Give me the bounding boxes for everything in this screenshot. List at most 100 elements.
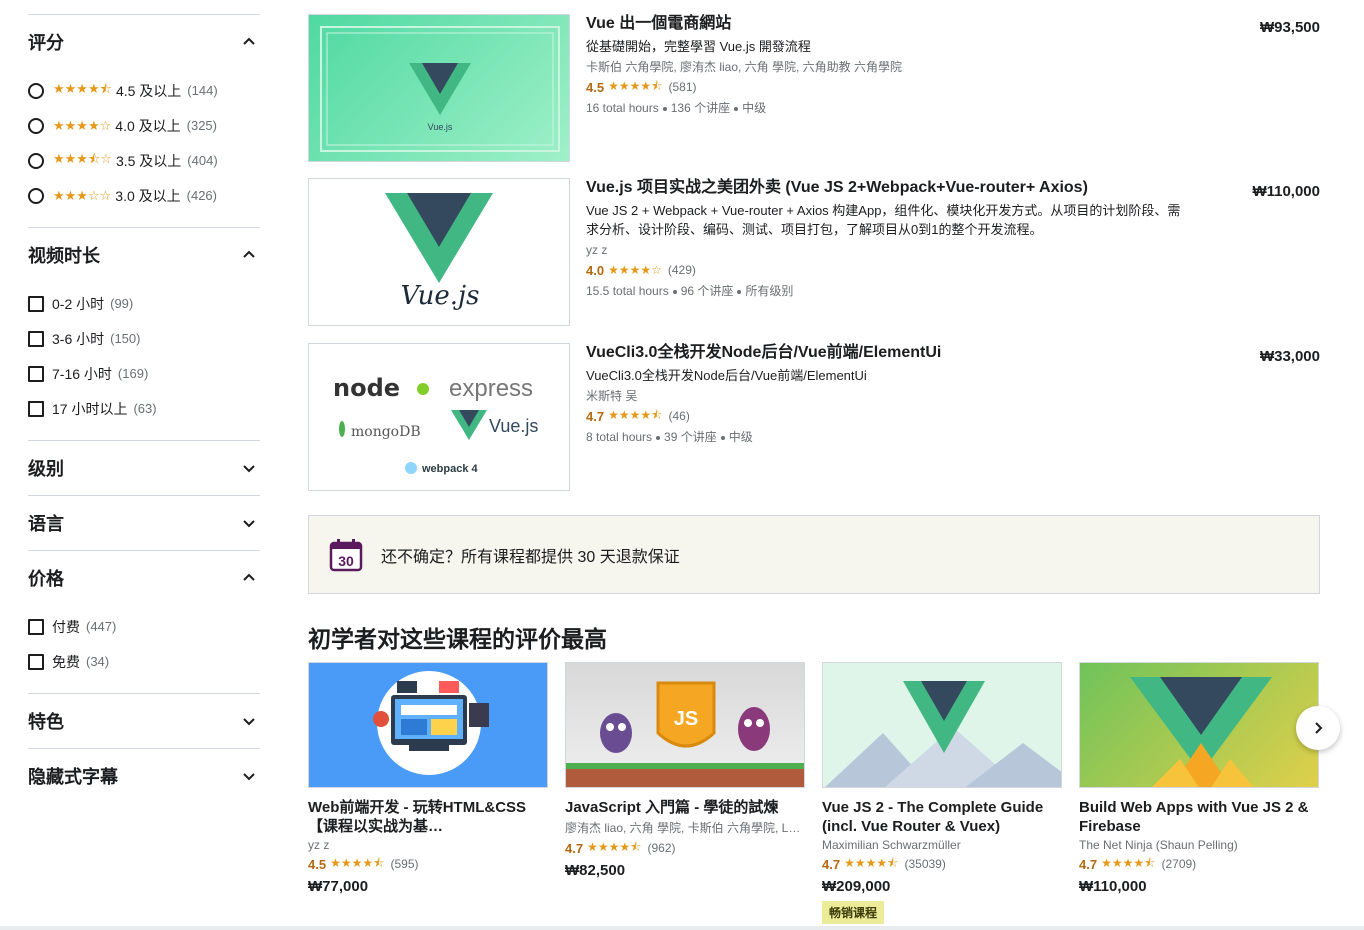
course-title[interactable]: VueCli3.0全栈开发Node后台/Vue前端/ElementUi (586, 343, 1186, 363)
course-row[interactable]: Vue.js Vue.js 项目实战之美团外卖 (Vue JS 2+Webpac… (308, 178, 1320, 326)
card-rating: 4.7 ★★★★⯪ (2709) (1079, 856, 1319, 872)
card-rating: 4.7 ★★★★⯪ (962) (565, 840, 805, 856)
course-title[interactable]: Vue 出一個電商網站 (586, 14, 1186, 34)
radio-button[interactable] (28, 152, 44, 169)
checkbox[interactable] (28, 618, 44, 635)
facet-subtitles-header[interactable]: 隐藏式字幕 (28, 749, 260, 803)
course-row[interactable]: Vue.js Vue 出一個電商網站 從基礎開始，完整學習 Vue.js 開發流… (308, 14, 1320, 162)
course-thumbnail[interactable]: node express mongoDB Vue.js webpack 4 (308, 343, 570, 491)
facet-duration-header[interactable]: 视频时长 (28, 228, 260, 282)
star-rating-icon: ★★★★⯪ (608, 407, 663, 422)
course-card[interactable]: Vue JS 2 - The Complete Guide (incl. Vue… (822, 662, 1062, 924)
course-info: Vue.js 项目实战之美团外卖 (Vue JS 2+Webpack+Vue-r… (586, 178, 1186, 299)
chevron-up-icon (242, 571, 256, 585)
calendar-icon: 30 (329, 538, 363, 571)
course-instructor: 米斯特 吴 (586, 389, 638, 403)
card-instructor: The Net Ninja (Shaun Pelling) (1079, 838, 1238, 852)
option-label: 3.5 及以上 (115, 152, 182, 169)
checkbox[interactable] (28, 330, 44, 347)
rating-count: (35039) (904, 857, 946, 871)
facet-title: 价格 (28, 569, 64, 589)
facet-price-header[interactable]: 价格 (28, 551, 260, 605)
card-thumbnail[interactable]: JS (565, 662, 805, 788)
course-lectures: 39 个讲座 (664, 430, 717, 444)
course-rating: 4.5 ★★★★⯪ (581) (586, 79, 1186, 95)
chevron-down-icon (242, 516, 256, 530)
course-card[interactable]: JS JavaScript 入門篇 - 學徒的試煉 廖洧杰 liao, 六角 學… (565, 662, 805, 879)
option-count: (169) (117, 366, 149, 381)
rating-option[interactable]: ★★★★⯪ 4.5 及以上 (144) (28, 73, 260, 108)
facet-price: 价格 付费 (447) 免费 (34) (28, 550, 260, 693)
course-hours: 8 total hours (586, 430, 653, 444)
card-thumbnail[interactable] (1079, 662, 1319, 788)
rating-value: 4.5 (308, 856, 327, 872)
card-title[interactable]: Vue JS 2 - The Complete Guide (incl. Vue… (822, 798, 1062, 836)
price-option[interactable]: 付费 (447) (28, 609, 260, 644)
facet-language-header[interactable]: 语言 (28, 496, 260, 550)
course-card[interactable]: Web前端开发 - 玩转HTML&CSS【课程以实战为基… yz z 4.5 ★… (308, 662, 548, 895)
node-logo: node (333, 374, 400, 402)
course-thumbnail[interactable]: Vue.js (308, 178, 570, 326)
star-rating-icon: ★★★☆☆ (53, 187, 112, 203)
course-lectures: 96 个讲座 (680, 284, 734, 298)
facet-language: 语言 (28, 495, 260, 550)
option-label: 4.5 及以上 (115, 82, 182, 99)
card-thumbnail[interactable] (308, 662, 548, 788)
radio-button[interactable] (28, 82, 44, 99)
card-title[interactable]: JavaScript 入門篇 - 學徒的試煉 (565, 798, 805, 817)
radio-button[interactable] (28, 187, 44, 204)
carousel-next-button[interactable] (1296, 706, 1340, 750)
checkbox[interactable] (28, 400, 44, 417)
course-thumbnail[interactable]: Vue.js (308, 14, 570, 162)
facet-title: 特色 (28, 712, 64, 732)
rating-value: 4.7 (1079, 856, 1098, 872)
course-price: ₩33,000 (1259, 348, 1320, 365)
duration-option[interactable]: 7-16 小时 (169) (28, 356, 260, 391)
checkbox[interactable] (28, 365, 44, 382)
course-description: VueCli3.0全栈开发Node后台/Vue前端/ElementUi (586, 368, 867, 383)
rating-count: (581) (668, 80, 697, 94)
svg-text:JS: JS (674, 708, 698, 730)
chevron-up-icon (242, 248, 256, 262)
course-instructor: yz z (586, 243, 608, 257)
course-info: VueCli3.0全栈开发Node后台/Vue前端/ElementUi VueC… (586, 343, 1186, 445)
card-title[interactable]: Web前端开发 - 玩转HTML&CSS【课程以实战为基… (308, 798, 548, 836)
star-rating-icon: ★★★★⯪ (330, 855, 385, 870)
star-rating-icon: ★★★⯪☆ (53, 150, 112, 166)
facet-level-header[interactable]: 级别 (28, 441, 260, 495)
course-row[interactable]: node express mongoDB Vue.js webpack 4 Vu… (308, 343, 1320, 491)
chevron-up-icon (242, 35, 256, 49)
radio-button[interactable] (28, 117, 44, 134)
duration-option[interactable]: 17 小时以上 (63) (28, 391, 260, 426)
star-rating-icon: ★★★★⯪ (53, 80, 112, 96)
course-price: ₩93,500 (1259, 19, 1320, 36)
course-title[interactable]: Vue.js 项目实战之美团外卖 (Vue JS 2+Webpack+Vue-r… (586, 178, 1186, 198)
rating-option[interactable]: ★★★☆☆ 3.0 及以上 (426) (28, 178, 260, 213)
card-price: ₩82,500 (565, 862, 626, 879)
option-count: (150) (110, 331, 141, 346)
chevron-down-icon (242, 461, 256, 475)
option-label: 3.0 及以上 (115, 187, 181, 204)
card-thumbnail[interactable] (822, 662, 1062, 788)
duration-option[interactable]: 0-2 小时 (99) (28, 286, 260, 321)
course-card[interactable]: Build Web Apps with Vue JS 2 & Firebase … (1079, 662, 1319, 895)
checkbox[interactable] (28, 653, 44, 670)
facet-title: 语言 (28, 514, 64, 534)
option-label: 7-16 小时 (52, 365, 112, 382)
card-title[interactable]: Build Web Apps with Vue JS 2 & Firebase (1079, 798, 1319, 836)
course-level: 所有级别 (745, 284, 794, 298)
facet-rating-header[interactable]: 评分 (28, 15, 260, 69)
price-option[interactable]: 免费 (34) (28, 644, 260, 679)
checkbox[interactable] (28, 295, 44, 312)
option-count: (99) (110, 296, 134, 311)
rating-option[interactable]: ★★★⯪☆ 3.5 及以上 (404) (28, 143, 260, 178)
bestseller-badge: 畅销课程 (822, 901, 885, 924)
course-info: Vue 出一個電商網站 從基礎開始，完整學習 Vue.js 開發流程 卡斯伯 六… (586, 14, 1186, 116)
facet-features-header[interactable]: 特色 (28, 694, 260, 748)
star-rating-icon: ★★★★⯪ (1101, 855, 1156, 870)
rating-count: (2709) (1161, 857, 1197, 871)
rating-count: (595) (390, 857, 419, 871)
duration-option[interactable]: 3-6 小时 (150) (28, 321, 260, 356)
star-rating-icon: ★★★★☆ (53, 117, 112, 133)
rating-option[interactable]: ★★★★☆ 4.0 及以上 (325) (28, 108, 260, 143)
